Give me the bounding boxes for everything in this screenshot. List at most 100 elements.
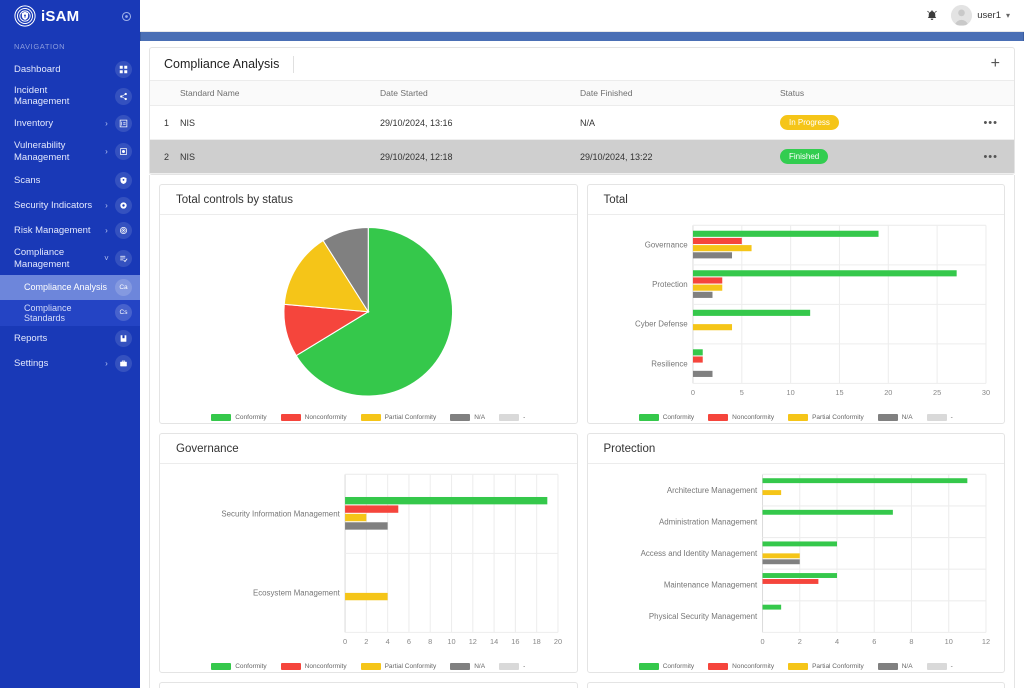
legend-swatch bbox=[926, 663, 947, 671]
bar-chart-governance: 0 2 4 6 8 10 12 14 16 18 20 Security Information Ma… bbox=[221, 473, 562, 646]
bar bbox=[345, 496, 548, 505]
bar bbox=[762, 478, 967, 484]
row-actions-cell: ••• bbox=[946, 139, 1014, 174]
sidebar-item-scans[interactable]: Scans bbox=[0, 168, 140, 193]
legend-label: Conformity bbox=[235, 414, 267, 422]
legend-item: - bbox=[926, 663, 953, 671]
x-tick-label: 0 bbox=[690, 388, 694, 397]
legend-swatch bbox=[926, 414, 947, 422]
nav-section-label: NAVIGATION bbox=[14, 42, 66, 51]
sidebar-item-compliance-analysis[interactable]: Compliance Analysis Ca bbox=[0, 274, 140, 300]
legend-item: Nonconformity bbox=[280, 663, 347, 671]
notification-bell-icon[interactable] bbox=[925, 9, 939, 23]
chart-header: Protection bbox=[587, 434, 1004, 464]
legend-item: - bbox=[926, 414, 953, 422]
legend-item: Partial Conformity bbox=[360, 414, 437, 422]
sidebar-item-label: Scans bbox=[14, 174, 41, 186]
category-label: Architecture Management bbox=[666, 486, 757, 495]
legend-item: N/A bbox=[877, 414, 913, 422]
legend-swatch bbox=[280, 663, 301, 671]
add-analysis-button[interactable]: + bbox=[991, 56, 1000, 72]
sidebar-item-reports[interactable]: Reports bbox=[0, 326, 140, 351]
bar bbox=[692, 252, 732, 259]
compliance-analysis-panel: Compliance Analysis + Standard Name Date… bbox=[149, 47, 1015, 175]
chart-title: Total bbox=[603, 193, 628, 206]
x-tick-label: 2 bbox=[364, 637, 368, 646]
chart-legend: Conformity Nonconformity Partial Conformit… bbox=[160, 407, 577, 429]
legend-label: Partial Conformity bbox=[384, 414, 437, 422]
x-tick-label: 15 bbox=[835, 388, 843, 397]
legend-label: - bbox=[950, 663, 953, 671]
legend-swatch bbox=[211, 414, 232, 422]
legend-item: N/A bbox=[450, 663, 485, 671]
legend-swatch bbox=[499, 414, 520, 422]
bar bbox=[762, 541, 837, 547]
row-date-started: 29/10/2024, 12:18 bbox=[376, 139, 576, 174]
legend-label: Nonconformity bbox=[732, 414, 775, 422]
user-menu[interactable]: user1 ▾ bbox=[951, 5, 1010, 26]
table-header-row: Standard Name Date Started Date Finished… bbox=[150, 81, 1014, 106]
table-row[interactable]: 1 NIS 29/10/2024, 13:16 N/A In Progress … bbox=[150, 105, 1014, 140]
legend-swatch bbox=[211, 663, 232, 671]
x-tick-label: 16 bbox=[511, 637, 519, 646]
bar bbox=[762, 553, 800, 559]
x-tick-label: 6 bbox=[872, 637, 876, 646]
x-tick-label: 30 bbox=[981, 388, 989, 397]
row-index: 1 bbox=[150, 105, 176, 140]
sidebar-collapse-toggle-icon[interactable] bbox=[120, 10, 132, 22]
chevron-right-icon: › bbox=[105, 358, 108, 368]
sidebar-item-risk-management[interactable]: Risk Management › bbox=[0, 218, 140, 243]
chart-card-governance: Governance 0 2 4 6 8 10 12 14 16 18 20 Security Inf… bbox=[159, 433, 578, 673]
bar bbox=[692, 356, 703, 363]
table-body: 1 NIS 29/10/2024, 13:16 N/A In Progress … bbox=[150, 105, 1014, 174]
legend-swatch bbox=[360, 414, 381, 422]
legend-swatch bbox=[708, 663, 729, 671]
category-label: Maintenance Management bbox=[663, 581, 757, 590]
bar bbox=[692, 230, 879, 237]
sidebar-item-compliance-standards[interactable]: Compliance Standards Cs bbox=[0, 299, 140, 326]
header-divider bbox=[293, 55, 295, 73]
legend-swatch bbox=[499, 663, 520, 671]
row-index: 2 bbox=[150, 139, 176, 174]
legend-item: N/A bbox=[877, 663, 913, 671]
column-header-date-started: Date Started bbox=[376, 81, 576, 106]
x-tick-label: 14 bbox=[490, 637, 498, 646]
sidebar-item-label: Security Indicators bbox=[14, 199, 93, 211]
legend-swatch bbox=[788, 414, 809, 422]
legend-swatch bbox=[877, 414, 898, 422]
sidebar-item-vulnerability-management[interactable]: Vulnerability Management › bbox=[0, 136, 140, 168]
row-date-started: 29/10/2024, 13:16 bbox=[376, 105, 576, 140]
x-tick-label: 10 bbox=[447, 637, 455, 646]
chart-header: Total controls by status bbox=[160, 185, 577, 215]
column-header-standard-name: Standard Name bbox=[176, 81, 376, 106]
brand-header: iSAM bbox=[0, 0, 140, 32]
charts-row-3-peek bbox=[159, 682, 1005, 688]
bar bbox=[345, 513, 367, 522]
legend-label: Conformity bbox=[235, 663, 267, 671]
row-actions-menu-icon[interactable]: ••• bbox=[983, 151, 998, 163]
sidebar-item-inventory[interactable]: Inventory › bbox=[0, 111, 140, 136]
bar bbox=[692, 324, 732, 331]
sidebar-item-label: Reports bbox=[14, 332, 48, 344]
compliance-standards-badge: Cs bbox=[115, 304, 132, 322]
vulnerability-bug-icon bbox=[115, 143, 132, 161]
row-standard-name: NIS bbox=[176, 105, 376, 140]
x-tick-label: 25 bbox=[933, 388, 941, 397]
sidebar-item-incident-management[interactable]: Incident Management bbox=[0, 82, 140, 111]
x-tick-label: 4 bbox=[834, 637, 838, 646]
sidebar-item-dashboard[interactable]: Dashboard bbox=[0, 57, 140, 82]
row-actions-menu-icon[interactable]: ••• bbox=[983, 117, 998, 129]
legend-swatch bbox=[708, 414, 729, 422]
sidebar-item-settings[interactable]: Settings › bbox=[0, 351, 140, 376]
bar-chart-protection: 0 2 4 6 8 10 12 Architecture Management Administ… bbox=[640, 473, 990, 646]
sidebar-item-compliance-management[interactable]: Compliance Management ˅ bbox=[0, 243, 140, 275]
pie-chart bbox=[283, 226, 454, 397]
legend-item: Nonconformity bbox=[708, 414, 775, 422]
x-tick-label: 18 bbox=[533, 637, 541, 646]
chart-plot-area: 0 2 4 6 8 10 12 14 16 18 20 Security Information Ma… bbox=[160, 464, 577, 656]
chart-title: Governance bbox=[176, 442, 239, 455]
table-row[interactable]: 2 NIS 29/10/2024, 12:18 29/10/2024, 13:2… bbox=[150, 139, 1014, 174]
sidebar-item-security-indicators[interactable]: Security Indicators › bbox=[0, 193, 140, 218]
chart-plot-area bbox=[160, 215, 577, 407]
legend-item: Conformity bbox=[638, 663, 694, 671]
